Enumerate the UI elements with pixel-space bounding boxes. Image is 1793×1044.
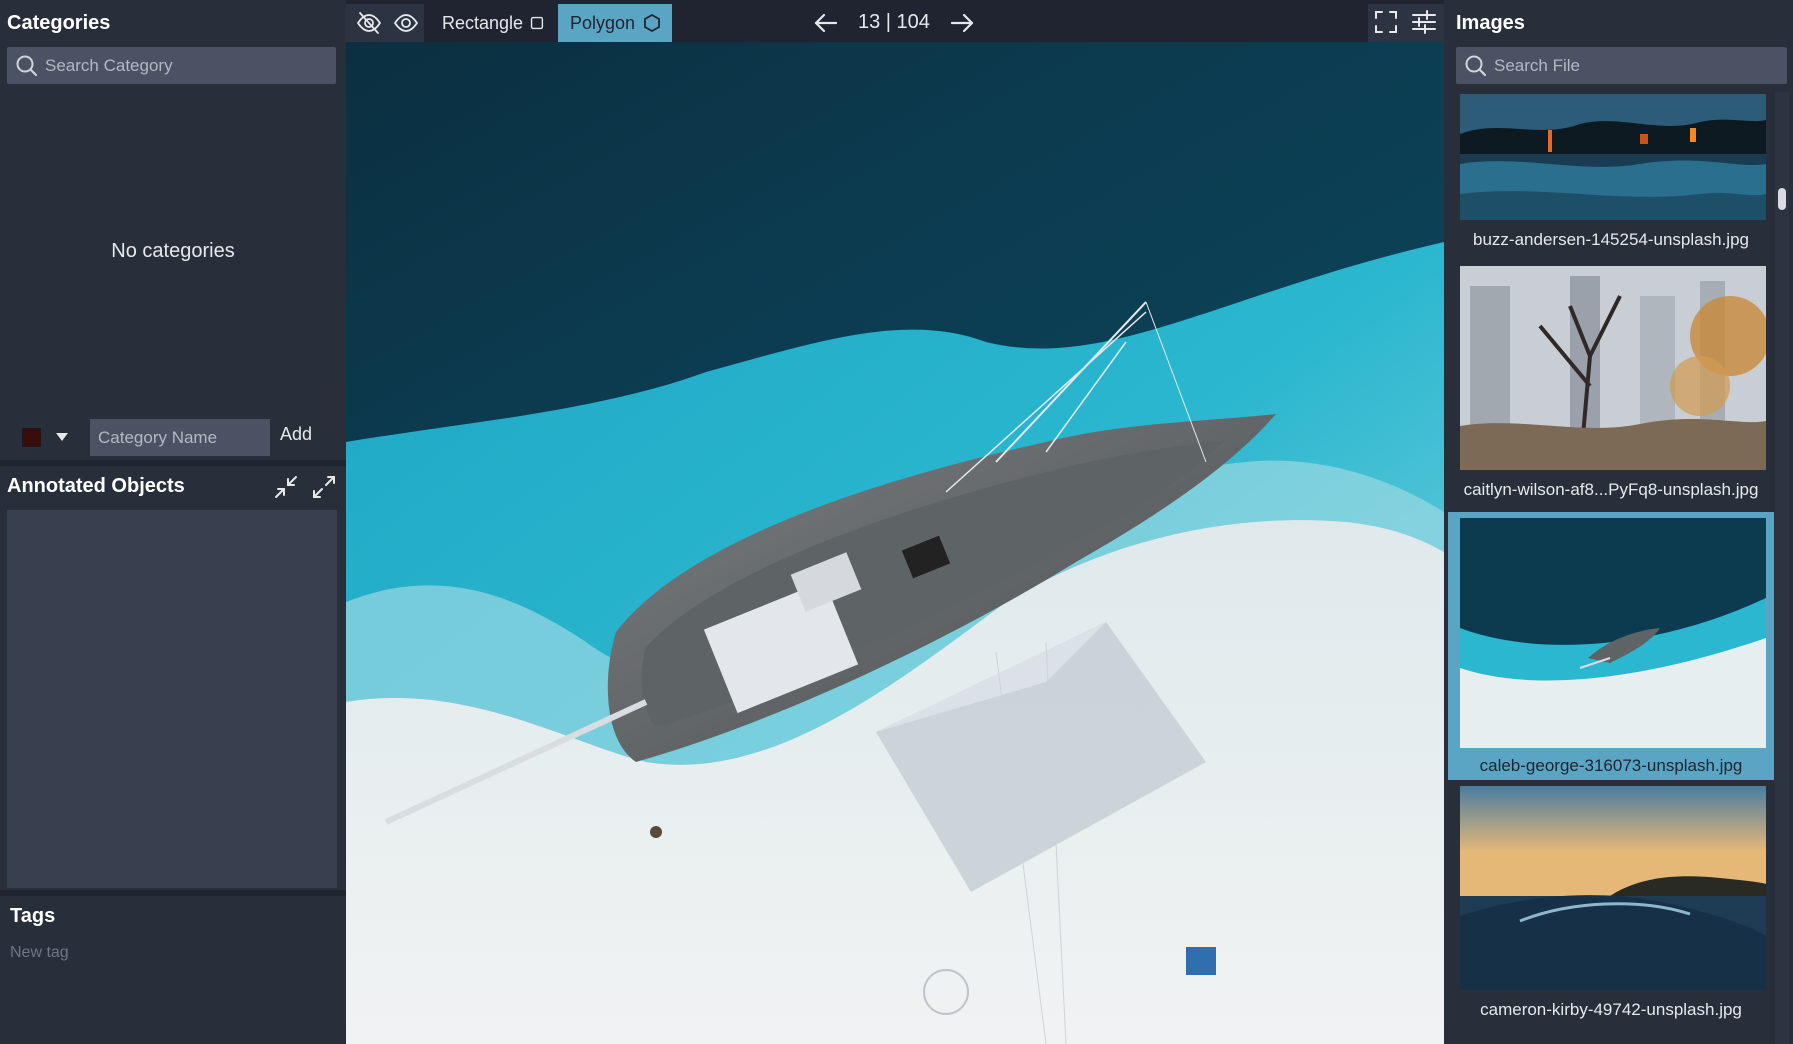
image-list-item-selected[interactable]: caleb-george-316073-unsplash.jpg	[1448, 512, 1774, 780]
polygon-tool-label: Polygon	[570, 12, 636, 33]
file-search[interactable]	[1456, 47, 1787, 84]
annotation-app: Categories No categories Add Annotated O…	[0, 0, 1793, 1044]
settings-sliders-icon[interactable]	[1410, 8, 1438, 36]
panel-divider	[0, 890, 346, 896]
annotated-objects-title: Annotated Objects	[7, 475, 185, 497]
collapse-icon[interactable]	[273, 474, 299, 500]
scrollbar-thumb[interactable]	[1778, 188, 1786, 210]
new-tag-input[interactable]	[10, 940, 330, 966]
fullscreen-icon[interactable]	[1372, 8, 1400, 36]
image-list-item[interactable]: cameron-kirby-49742-unsplash.jpg	[1448, 784, 1774, 1044]
file-search-input[interactable]	[1494, 55, 1787, 76]
category-search-input[interactable]	[45, 55, 336, 76]
top-toolbar: Rectangle Polygon 13 | 104	[346, 0, 1444, 42]
main-image	[346, 42, 1444, 1044]
image-list-scrollbar[interactable]	[1775, 92, 1789, 1044]
arrow-left-icon[interactable]	[812, 9, 840, 37]
file-name: caitlyn-wilson-af8...PyFq8-unsplash.jpg	[1463, 480, 1759, 499]
arrow-right-icon[interactable]	[948, 9, 976, 37]
annotation-canvas[interactable]	[346, 42, 1444, 1044]
image-list-item[interactable]: buzz-andersen-145254-unsplash.jpg	[1448, 92, 1774, 260]
thumbnail-image	[1460, 518, 1766, 748]
file-name: caleb-george-316073-unsplash.jpg	[1479, 756, 1743, 775]
image-list-item[interactable]: caitlyn-wilson-af8...PyFq8-unsplash.jpg	[1448, 264, 1774, 512]
expand-icon[interactable]	[311, 474, 337, 500]
thumbnail-image	[1460, 786, 1766, 990]
file-name: buzz-andersen-145254-unsplash.jpg	[1473, 230, 1749, 249]
show-annotations-icon[interactable]	[392, 9, 420, 37]
category-search[interactable]	[7, 47, 336, 84]
rectangle-tool-button[interactable]: Rectangle	[432, 4, 544, 42]
rectangle-tool-label: Rectangle	[442, 12, 524, 33]
tags-title: Tags	[10, 905, 56, 927]
annotated-objects-list	[7, 510, 337, 888]
category-name-input[interactable]	[90, 419, 270, 456]
panel-divider	[0, 460, 346, 466]
file-name: cameron-kirby-49742-unsplash.jpg	[1480, 1000, 1742, 1019]
hide-annotations-icon[interactable]	[355, 9, 383, 37]
hexagon-icon	[644, 13, 660, 33]
image-list: buzz-andersen-145254-unsplash.jpg caitly…	[1444, 92, 1774, 1044]
right-sidebar: Images Search File buzz-andersen-145254-…	[1444, 0, 1793, 1044]
category-color-swatch[interactable]	[22, 428, 41, 447]
add-category-button[interactable]: Add	[280, 424, 312, 445]
categories-title: Categories	[7, 12, 111, 34]
polygon-tool-button[interactable]: Polygon	[558, 4, 672, 42]
thumbnail-image	[1460, 266, 1766, 470]
no-categories-message: No categories	[111, 240, 235, 262]
square-icon	[530, 16, 544, 30]
chevron-down-icon[interactable]	[56, 433, 68, 441]
left-sidebar: Categories No categories Add Annotated O…	[0, 0, 346, 1044]
thumbnail-image	[1460, 94, 1766, 220]
search-icon	[1465, 55, 1487, 76]
page-counter: 13 | 104	[858, 11, 930, 33]
search-icon	[16, 55, 38, 76]
images-title: Images	[1456, 12, 1525, 34]
